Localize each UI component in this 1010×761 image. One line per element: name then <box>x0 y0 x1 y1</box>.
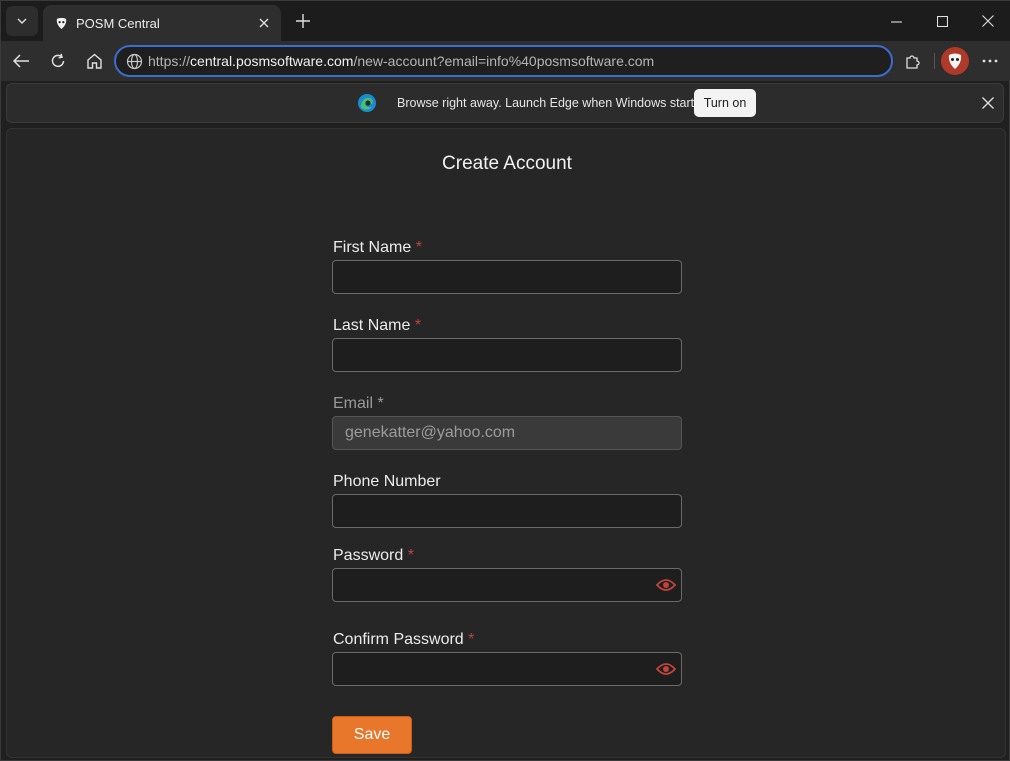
page-title: Create Account <box>442 153 572 174</box>
eye-icon <box>656 663 676 675</box>
more-button[interactable] <box>974 45 1006 77</box>
first-name-label-text: First Name <box>333 239 412 256</box>
browser-toolbar: https://central.posmsoftware.com/new-acc… <box>1 41 1010 81</box>
close-icon <box>259 18 269 28</box>
extensions-icon <box>906 55 920 69</box>
password-label: Password * <box>333 547 414 565</box>
toolbar-separator <box>934 53 935 69</box>
required-marker: * <box>415 239 422 256</box>
infobar-close-button[interactable] <box>977 92 999 114</box>
infobar-message: Browse right away. Launch Edge when Wind… <box>397 96 704 110</box>
last-name-label-text: Last Name <box>333 317 411 334</box>
last-name-input[interactable] <box>332 338 682 372</box>
window-close-button[interactable] <box>965 1 1010 41</box>
browser-window: POSM Central https://central.posmsoftwar… <box>0 0 1010 761</box>
minimize-icon <box>890 20 902 23</box>
home-button[interactable] <box>78 45 110 77</box>
refresh-button[interactable] <box>42 45 74 77</box>
confirm-password-label: Confirm Password * <box>333 631 474 649</box>
eye-icon <box>656 579 676 591</box>
password-label-text: Password <box>333 547 404 564</box>
confirm-password-input[interactable] <box>332 652 682 686</box>
window-controls <box>873 1 1010 41</box>
address-bar[interactable]: https://central.posmsoftware.com/new-acc… <box>114 45 893 77</box>
phone-input[interactable] <box>332 494 682 528</box>
url-path: /new-account?email=info%40posmsoftware.c… <box>353 53 655 69</box>
extensions-button[interactable] <box>897 45 929 77</box>
toggle-confirm-password-visibility[interactable] <box>655 658 677 680</box>
required-marker: * <box>407 547 414 564</box>
tab-title: POSM Central <box>76 15 160 31</box>
more-icon <box>982 59 998 63</box>
back-button[interactable] <box>5 45 37 77</box>
maximize-icon <box>936 15 948 27</box>
turn-on-button[interactable]: Turn on <box>694 89 756 117</box>
email-label: Email * <box>333 395 384 413</box>
save-button[interactable]: Save <box>332 716 412 754</box>
tab-list-icon <box>17 18 27 24</box>
url-scheme: https:// <box>148 53 191 69</box>
url-host: central.posmsoftware.com <box>190 53 354 69</box>
toggle-password-visibility[interactable] <box>655 574 677 596</box>
last-name-label: Last Name * <box>333 317 421 335</box>
startup-boost-infobar: Browse right away. Launch Edge when Wind… <box>6 83 1004 123</box>
maximize-button[interactable] <box>919 1 965 41</box>
edge-logo-icon <box>358 94 376 112</box>
tab-close-button[interactable] <box>251 10 277 36</box>
home-icon <box>86 53 102 69</box>
back-icon <box>12 54 29 68</box>
minimize-button[interactable] <box>873 1 919 41</box>
new-tab-button[interactable] <box>289 7 317 35</box>
profile-icon <box>948 53 962 69</box>
tab-posm-central[interactable]: POSM Central <box>43 5 281 41</box>
password-input[interactable] <box>332 568 682 602</box>
tab-strip: POSM Central <box>1 1 1010 41</box>
email-field <box>332 416 682 450</box>
profile-button[interactable] <box>941 47 969 75</box>
phone-label: Phone Number <box>333 473 441 491</box>
required-marker: * <box>468 631 475 648</box>
required-marker: * <box>414 317 422 334</box>
globe-icon <box>120 53 148 70</box>
phone-label-text: Phone Number <box>333 473 441 490</box>
url-text: https://central.posmsoftware.com/new-acc… <box>148 53 654 69</box>
refresh-icon <box>51 53 65 68</box>
posm-favicon <box>54 16 68 30</box>
email-label-text: Email <box>333 395 374 412</box>
tab-list-button[interactable] <box>6 6 38 36</box>
required-marker: * <box>377 395 384 412</box>
first-name-label: First Name * <box>333 239 422 257</box>
first-name-input[interactable] <box>332 260 682 294</box>
page-content: Create Account First Name * Last Name * … <box>6 128 1006 758</box>
close-icon <box>982 15 994 27</box>
confirm-password-label-text: Confirm Password <box>333 631 464 648</box>
close-icon <box>982 97 994 109</box>
plus-icon <box>296 14 310 28</box>
